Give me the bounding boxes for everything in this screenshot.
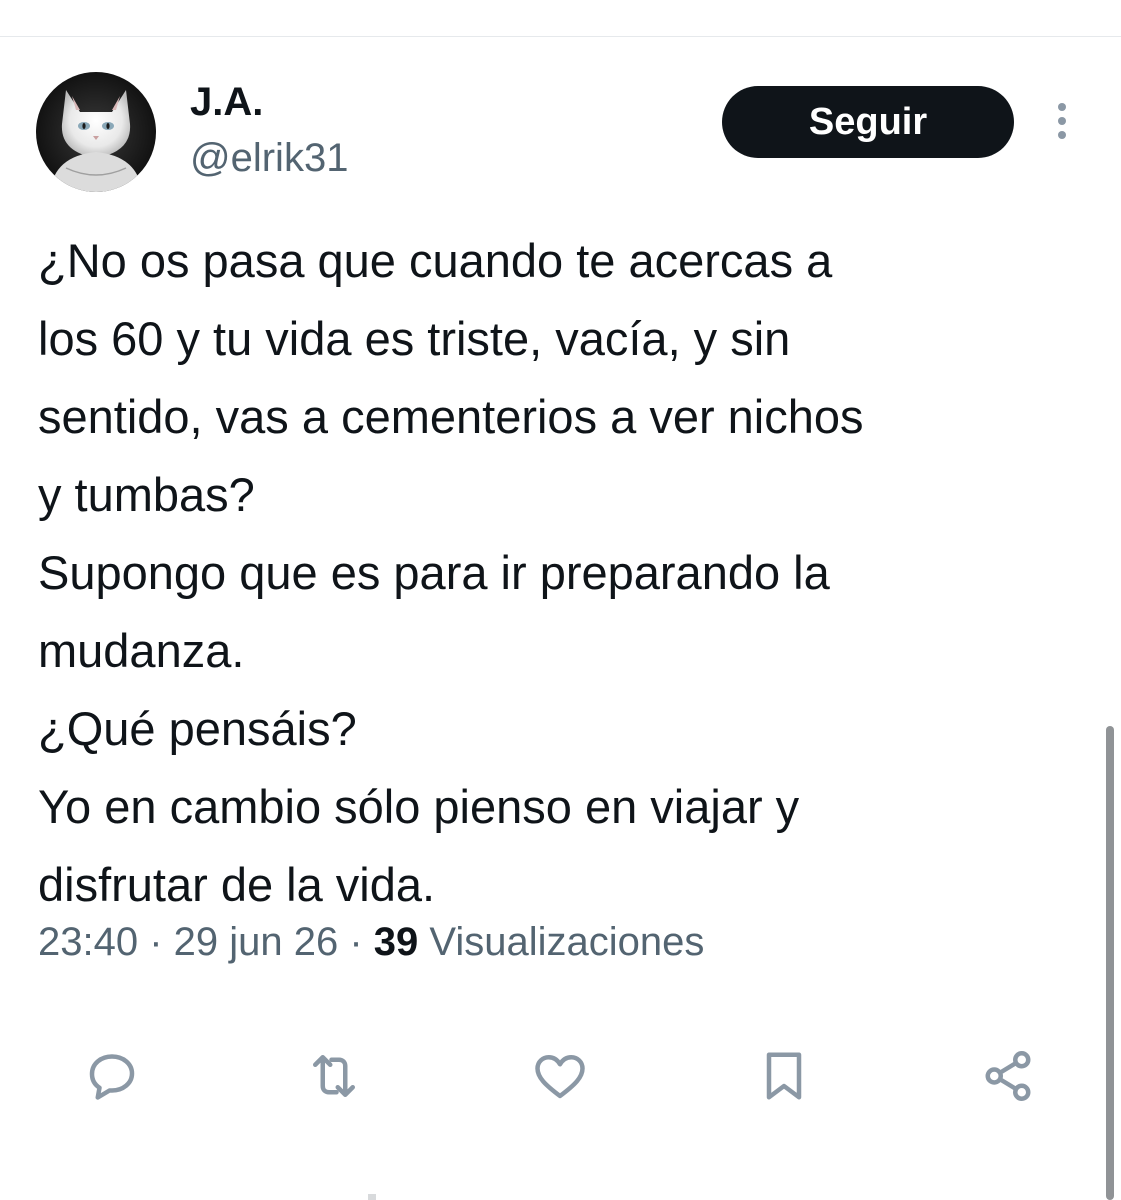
more-vertical-icon xyxy=(1058,103,1066,139)
tweet-meta: 23:40 · 29 jun 26 · 39 Visualizaciones xyxy=(38,912,704,972)
top-divider xyxy=(0,36,1121,37)
tweet-text-line: mudanza. xyxy=(38,624,245,677)
tweet-text: ¿No os pasa que cuando te acercas a los … xyxy=(38,222,1098,924)
follow-button[interactable]: Seguir xyxy=(722,86,1014,158)
tweet-text-line: y tumbas? xyxy=(38,468,255,521)
tweet-text-line: ¿No os pasa que cuando te acercas a xyxy=(38,234,833,287)
white-cat-avatar-icon xyxy=(36,72,156,192)
like-button[interactable] xyxy=(528,1044,592,1108)
action-bar xyxy=(0,1036,1121,1116)
meta-separator: · xyxy=(338,920,374,964)
bottom-edge-mark xyxy=(368,1194,376,1200)
meta-separator: · xyxy=(138,920,174,964)
reply-icon xyxy=(89,1054,135,1100)
retweet-icon xyxy=(313,1055,355,1097)
retweet-button[interactable] xyxy=(302,1044,366,1108)
tweet-text-line: Yo en cambio sólo pienso en viajar y xyxy=(38,780,800,833)
tweet-time[interactable]: 23:40 xyxy=(38,920,138,964)
tweet-text-line: los 60 y tu vida es triste, vacía, y sin xyxy=(38,312,791,365)
tweet-text-line: Supongo que es para ir preparando la xyxy=(38,546,830,599)
tweet-text-line: sentido, vas a cementerios a ver nichos xyxy=(38,390,864,443)
bookmark-button[interactable] xyxy=(752,1044,816,1108)
more-options-button[interactable] xyxy=(1042,96,1082,146)
share-button[interactable] xyxy=(976,1044,1040,1108)
views-count: 39 xyxy=(373,920,419,964)
share-icon xyxy=(985,1051,1031,1101)
reply-button[interactable] xyxy=(80,1044,144,1108)
tweet-detail-page: J.A. @elrik31 Seguir ¿No os pasa que cua… xyxy=(0,0,1121,1200)
like-icon xyxy=(535,1055,585,1099)
bookmark-icon xyxy=(766,1052,802,1100)
views-label: Visualizaciones xyxy=(418,920,705,964)
avatar[interactable] xyxy=(36,72,156,192)
author-handle[interactable]: @elrik31 xyxy=(190,136,348,180)
tweet-text-line: ¿Qué pensáis? xyxy=(38,702,357,755)
follow-button-label: Seguir xyxy=(808,100,928,143)
tweet-date[interactable]: 29 jun 26 xyxy=(174,920,339,964)
author-display-name[interactable]: J.A. xyxy=(190,80,263,124)
scrollbar[interactable] xyxy=(1106,726,1114,1200)
